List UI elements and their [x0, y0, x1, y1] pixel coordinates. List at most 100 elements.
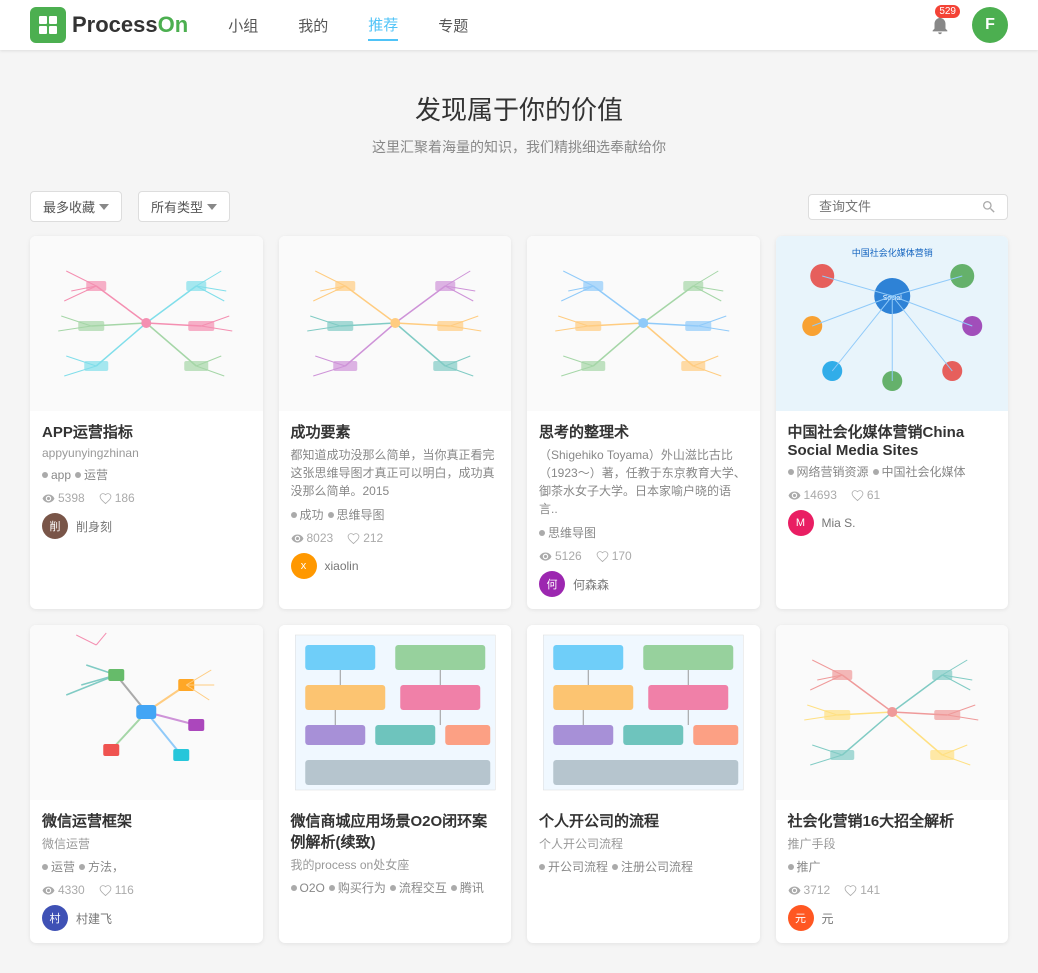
view-count: 14693: [788, 488, 837, 502]
like-count: 61: [851, 488, 880, 502]
card-title: 思考的整理术: [539, 421, 748, 442]
card-thumbnail: [527, 625, 760, 800]
user-name-label: 削身刻: [76, 518, 112, 535]
logo-process: Process: [72, 12, 158, 37]
card-6[interactable]: 微信商城应用场景O2O闭环案例解析(续致) 我的process on处女座 O2…: [279, 625, 512, 943]
logo-on: On: [158, 12, 189, 37]
card-5[interactable]: 微信运营框架 微信运营 运营 方法， 4330 116 村 村: [30, 625, 263, 943]
card-title: 成功要素: [291, 421, 500, 442]
user-name-label: 元: [822, 910, 834, 927]
tag-label: O2O: [300, 881, 325, 895]
nav-item-recommend[interactable]: 推荐: [368, 10, 398, 41]
card-tags: 思维导图: [539, 524, 748, 541]
header-right: 529 F: [922, 7, 1008, 43]
user-name-label: 村建飞: [76, 910, 112, 927]
card-4[interactable]: 中国社会化媒体营销 Social 中国社会化媒体营销China Social M…: [776, 236, 1009, 609]
header: ProcessOn 小组 我的 推荐 专题 529 F: [0, 0, 1038, 50]
hero-subtitle: 这里汇聚着海量的知识，我们精挑细选奉献给你: [20, 137, 1018, 157]
card-tags: 网络营销资源 中国社会化媒体: [788, 463, 997, 480]
tag: 中国社会化媒体: [873, 463, 966, 480]
tag-dot-icon: [612, 864, 618, 870]
card-body: 中国社会化媒体营销China Social Media Sites 网络营销资源…: [776, 411, 1009, 548]
logo-icon: [30, 7, 66, 43]
card-tags: 成功 思维导图: [291, 506, 500, 523]
tag-dot-icon: [788, 864, 794, 870]
card-footer: M Mia S.: [788, 510, 997, 536]
card-8[interactable]: 社会化营销16大招全解析 推广手段 推广 3712 141 元 元: [776, 625, 1009, 943]
tag: O2O: [291, 879, 325, 896]
tag-label: 网络营销资源: [797, 463, 869, 480]
card-author: 推广手段: [788, 835, 997, 852]
card-7[interactable]: 个人开公司的流程 个人开公司流程 开公司流程 注册公司流程: [527, 625, 760, 943]
user-name-label: Mia S.: [822, 516, 856, 530]
card-body: 社会化营销16大招全解析 推广手段 推广 3712 141 元 元: [776, 800, 1009, 943]
type-filter-button[interactable]: 所有类型: [138, 191, 230, 222]
tag-dot-icon: [539, 864, 545, 870]
main-nav: 小组 我的 推荐 专题: [228, 10, 922, 41]
card-body: 微信运营框架 微信运营 运营 方法， 4330 116 村 村: [30, 800, 263, 943]
user-avatar-small: 村: [42, 905, 68, 931]
user-name-label: 何森森: [573, 576, 609, 593]
card-2[interactable]: 成功要素 都知道成功没那么简单，当你真正看完这张思维导图才真正可以明白，成功真没…: [279, 236, 512, 609]
tag-label: 流程交互: [399, 879, 447, 896]
card-3[interactable]: 思考的整理术 （Shigehiko Toyama）外山滋比古比（1923～）著，…: [527, 236, 760, 609]
tag-label: 注册公司流程: [621, 858, 693, 875]
type-filter-label: 所有类型: [151, 197, 203, 216]
tag-label: 运营: [51, 858, 75, 875]
tag: 推广: [788, 858, 821, 875]
card-body: 成功要素 都知道成功没那么简单，当你真正看完这张思维导图才真正可以明白，成功真没…: [279, 411, 512, 591]
tag-label: 思维导图: [337, 506, 385, 523]
tag: app: [42, 466, 71, 483]
card-1[interactable]: APP运营指标 appyunyingzhinan app 运营 5398 186: [30, 236, 263, 609]
search-icon: [981, 199, 997, 215]
view-count: 8023: [291, 531, 334, 545]
tag: 运营: [75, 466, 108, 483]
view-count: 4330: [42, 883, 85, 897]
hero-section: 发现属于你的价值 这里汇聚着海量的知识，我们精挑细选奉献给你: [0, 50, 1038, 177]
card-author: appyunyingzhinan: [42, 446, 251, 460]
tag-dot-icon: [451, 885, 457, 891]
tag: 成功: [291, 506, 324, 523]
card-body: 微信商城应用场景O2O闭环案例解析(续致) 我的process on处女座 O2…: [279, 800, 512, 916]
card-title: 个人开公司的流程: [539, 810, 748, 831]
tag-dot-icon: [75, 472, 81, 478]
card-tags: 开公司流程 注册公司流程: [539, 858, 748, 875]
tag-label: 腾讯: [460, 879, 484, 896]
view-count: 3712: [788, 883, 831, 897]
card-thumbnail: [30, 236, 263, 411]
tag-dot-icon: [539, 530, 545, 536]
tag-label: 运营: [84, 466, 108, 483]
card-thumbnail: 中国社会化媒体营销 Social: [776, 236, 1009, 411]
tag: 腾讯: [451, 879, 484, 896]
card-stats: 14693 61: [788, 488, 997, 502]
tag: 思维导图: [328, 506, 385, 523]
tag: 开公司流程: [539, 858, 608, 875]
search-box: [808, 194, 1008, 220]
nav-item-topic[interactable]: 专题: [438, 11, 468, 40]
user-avatar-small: 削: [42, 513, 68, 539]
card-title: 社会化营销16大招全解析: [788, 810, 997, 831]
like-count: 212: [347, 531, 383, 545]
user-avatar[interactable]: F: [972, 7, 1008, 43]
tag: 运营: [42, 858, 75, 875]
card-title: 中国社会化媒体营销China Social Media Sites: [788, 421, 997, 459]
card-title: 微信商城应用场景O2O闭环案例解析(续致): [291, 810, 500, 852]
tag-dot-icon: [42, 864, 48, 870]
card-thumbnail: [279, 625, 512, 800]
like-count: 141: [844, 883, 880, 897]
notification-badge: 529: [935, 5, 960, 18]
nav-item-mine[interactable]: 我的: [298, 11, 328, 40]
card-tags: 运营 方法，: [42, 858, 251, 875]
tag: 流程交互: [390, 879, 447, 896]
tag-dot-icon: [42, 472, 48, 478]
tag-dot-icon: [788, 469, 794, 475]
sort-filter-button[interactable]: 最多收藏: [30, 191, 122, 222]
search-input[interactable]: [819, 199, 981, 214]
tag-dot-icon: [329, 885, 335, 891]
card-tags: app 运营: [42, 466, 251, 483]
notification-button[interactable]: 529: [922, 7, 958, 43]
logo[interactable]: ProcessOn: [30, 7, 188, 43]
nav-item-group[interactable]: 小组: [228, 11, 258, 40]
svg-text:中国社会化媒体营销: 中国社会化媒体营销: [851, 247, 932, 258]
card-stats: 4330 116: [42, 883, 251, 897]
